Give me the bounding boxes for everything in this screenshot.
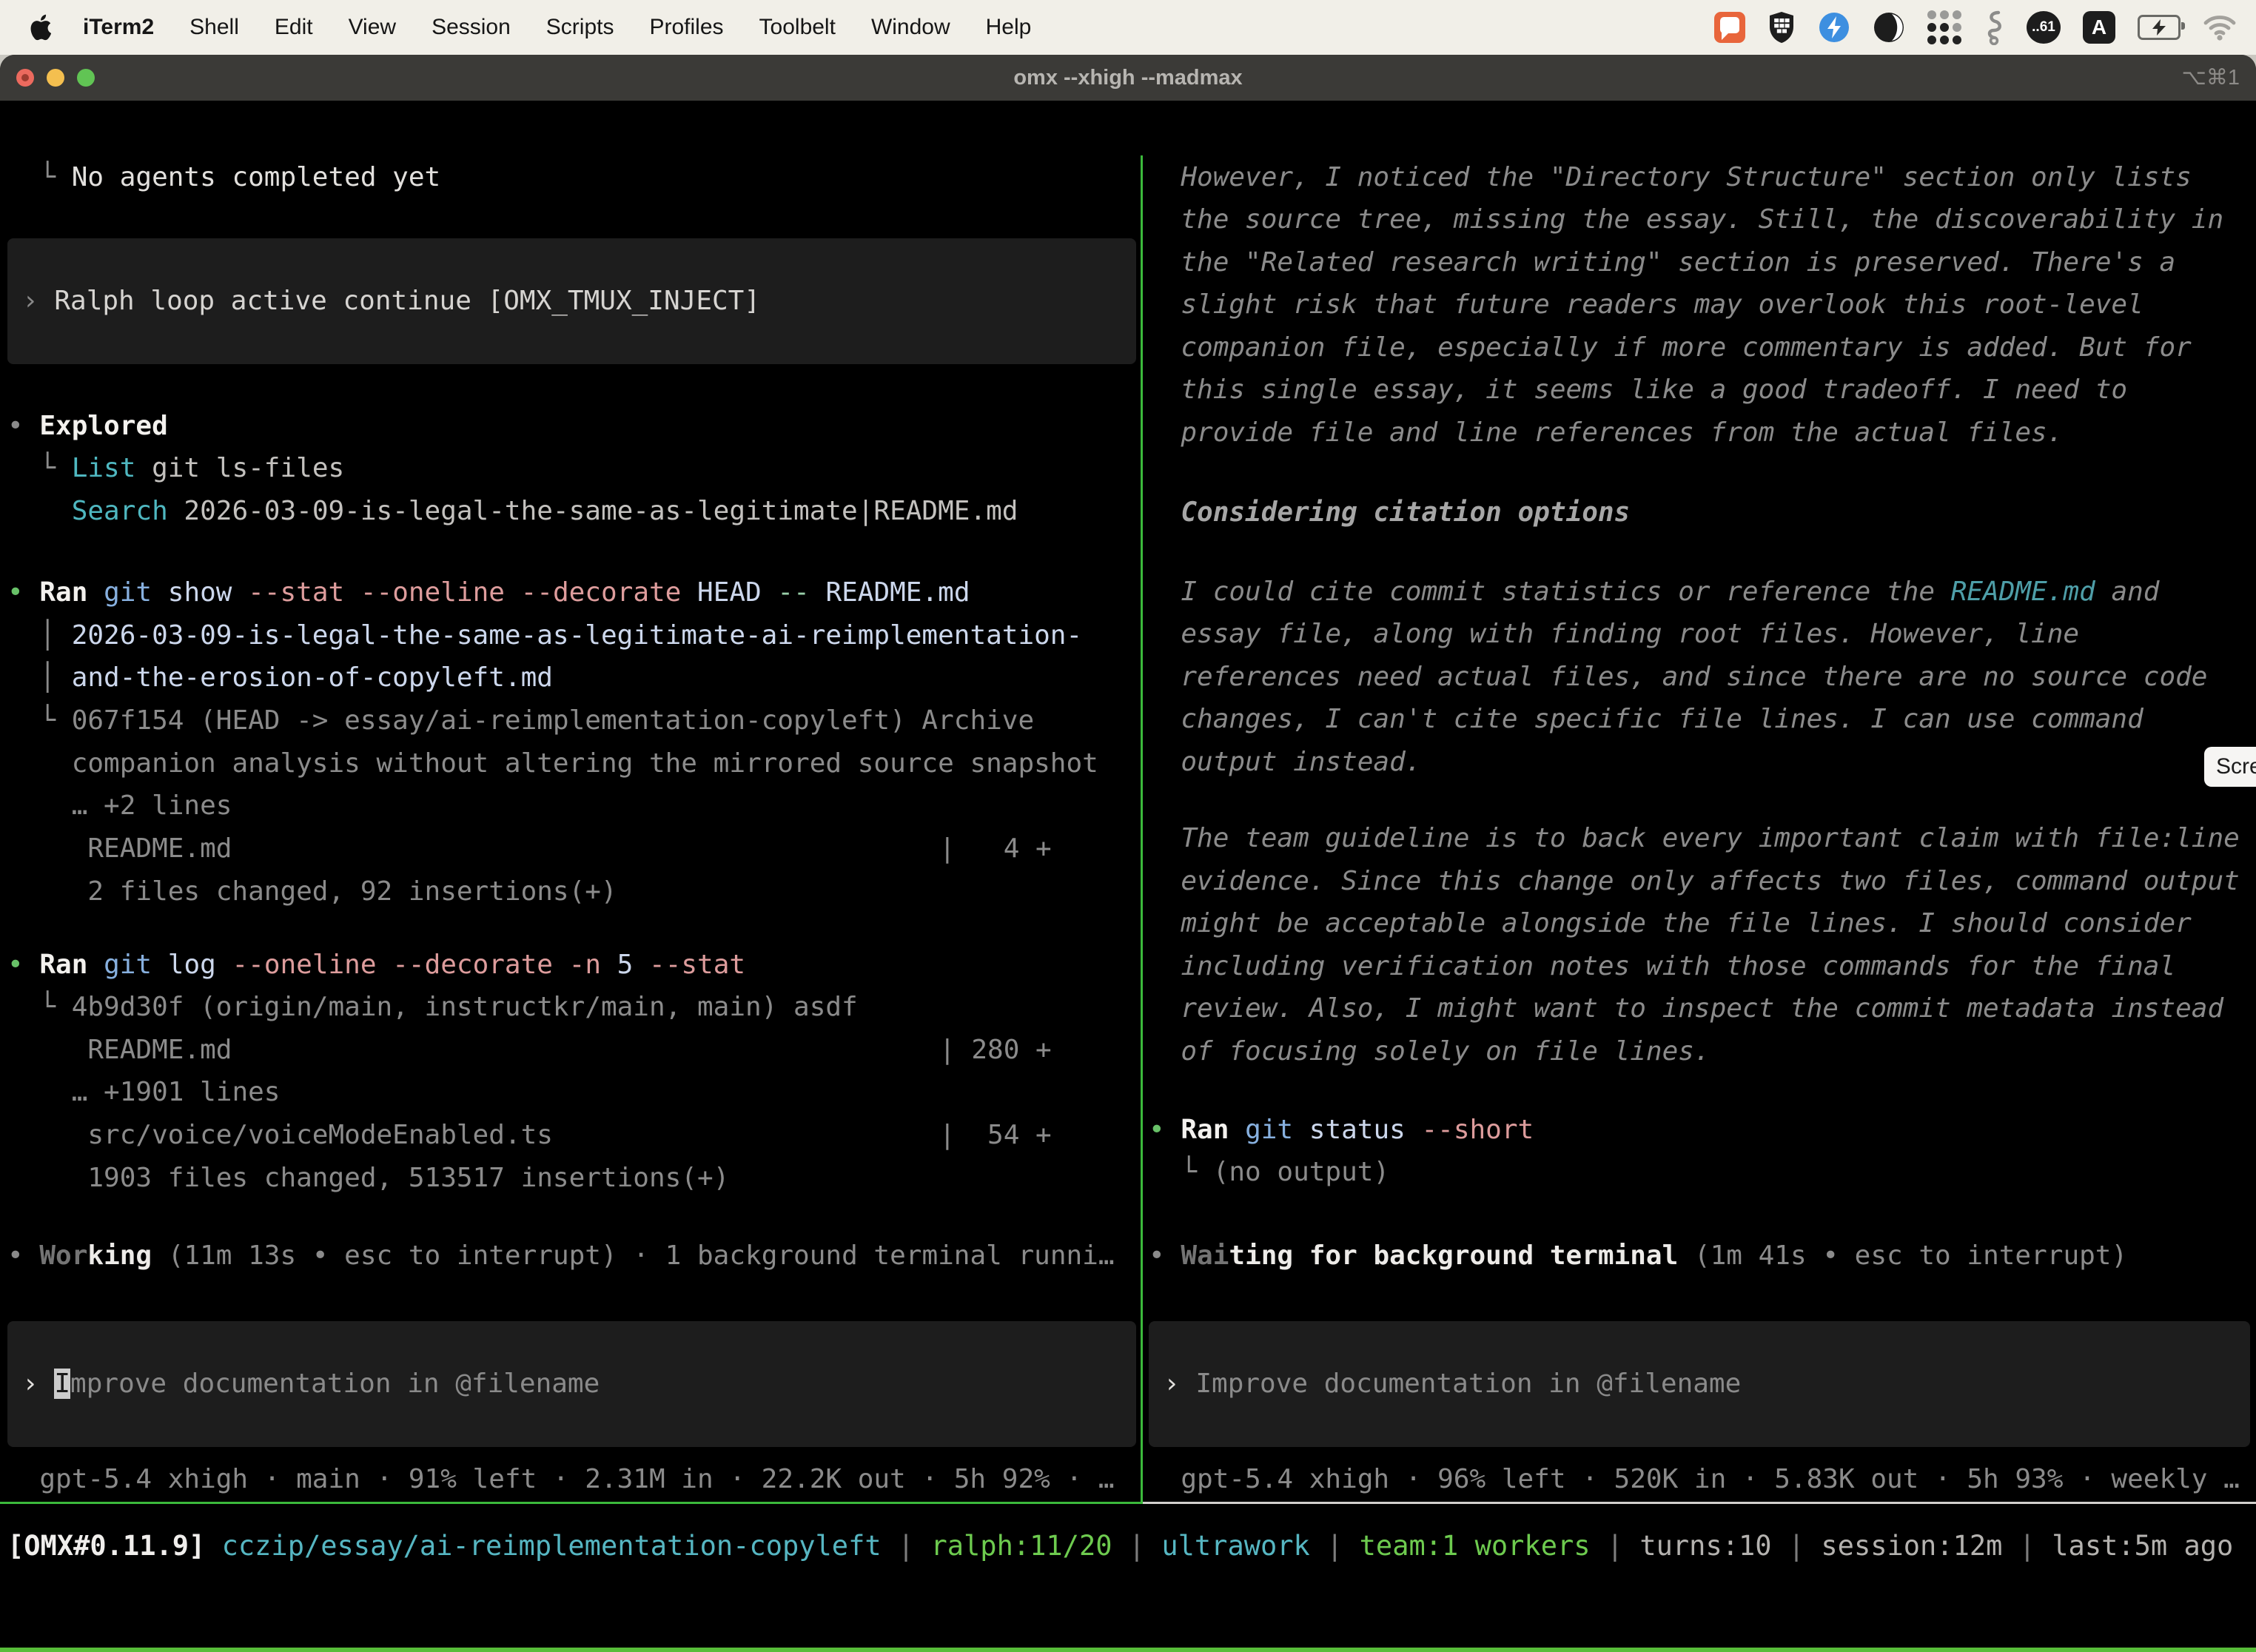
terminal-line: evidence. Since this change only affects… <box>1149 860 2240 902</box>
screen-share-overlay[interactable]: Scre <box>2204 747 2256 787</box>
menu-bar-status-icons: ..61 A <box>1714 10 2237 45</box>
pie-circle-icon[interactable] <box>1873 11 1905 44</box>
menu-item-help[interactable]: Help <box>968 15 1050 40</box>
apple-icon[interactable] <box>30 14 52 41</box>
terminal-line: • Working (11m 13s • esc to interrupt) ·… <box>7 1235 1115 1277</box>
terminal-line: The team guideline is to back every impo… <box>1149 817 2240 859</box>
terminal-line: of focusing solely on file lines. <box>1149 1030 1711 1072</box>
terminal-line: Considering citation options <box>1149 491 1630 534</box>
menu-item-window[interactable]: Window <box>853 15 968 40</box>
terminal-line: changes, I can't cite specific file line… <box>1149 698 2143 740</box>
window-title: omx --xhigh --madmax <box>0 55 2256 101</box>
terminal-line: › Improve documentation in @filename <box>1164 1363 1741 1405</box>
wifi-icon[interactable] <box>2203 14 2237 41</box>
pane-divider[interactable] <box>1141 155 1143 1504</box>
menu-item-edit[interactable]: Edit <box>257 15 331 40</box>
terminal-line: I could cite commit statistics or refere… <box>1149 571 2159 613</box>
terminal-line: │ 2026-03-09-is-legal-the-same-as-legiti… <box>7 614 1082 657</box>
terminal-line: including verification notes with those … <box>1149 945 2175 987</box>
dots-grid-icon[interactable] <box>1927 10 1961 44</box>
terminal-line: › Improve documentation in @filename <box>22 1363 600 1405</box>
menu-item-iterm2[interactable]: iTerm2 <box>65 15 172 40</box>
messages-icon[interactable] <box>1714 12 1745 43</box>
terminal-line: src/voice/voiceModeEnabled.ts <box>7 1114 553 1156</box>
terminal-line: 1903 files changed, 513517 insertions(+) <box>7 1157 729 1199</box>
left-pane-bottom-border <box>0 1502 1141 1504</box>
terminal-line: 2 files changed, 92 insertions(+) <box>7 870 617 913</box>
text-replacement-icon[interactable]: A <box>2083 11 2115 44</box>
menu-item-shell[interactable]: Shell <box>172 15 257 40</box>
terminal-line: this single essay, it seems like a good … <box>1149 369 2127 411</box>
terminal-line: └ List git ls-files <box>7 447 344 489</box>
terminal-line: • Ran git show --stat --oneline --decora… <box>7 571 970 614</box>
menu-item-scripts[interactable]: Scripts <box>528 15 632 40</box>
terminal-line: essay file, along with finding root file… <box>1149 613 2079 655</box>
terminal-line: companion file, especially if more comme… <box>1149 326 2192 369</box>
terminal-line: references need actual files, and since … <box>1149 656 2207 698</box>
right-pane-bottom-border <box>1143 1502 2256 1504</box>
terminal-line: └ (no output) <box>1149 1151 1389 1193</box>
terminal-line: companion analysis without altering the … <box>7 742 1098 785</box>
terminal-line: the source tree, missing the essay. Stil… <box>1149 198 2223 241</box>
terminal-line: slight risk that future readers may over… <box>1149 283 2143 326</box>
hook-icon[interactable] <box>1984 10 2004 45</box>
terminal-line: └ 067f154 (HEAD -> essay/ai-reimplementa… <box>7 699 1034 742</box>
terminal-line: gpt-5.4 xhigh · main · 91% left · 2.31M … <box>7 1458 1115 1500</box>
badge-61-icon[interactable]: ..61 <box>2027 11 2061 44</box>
terminal-line: the "Related research writing" section i… <box>1149 241 2175 283</box>
menu-item-profiles[interactable]: Profiles <box>631 15 741 40</box>
terminal-line: gpt-5.4 xhigh · 96% left · 520K in · 5.8… <box>1149 1458 2240 1500</box>
menu-item-session[interactable]: Session <box>414 15 528 40</box>
battery-charging-icon[interactable] <box>2138 15 2181 40</box>
terminal-line: | 4 + <box>939 827 1052 870</box>
terminal-line: └ 4b9d30f (origin/main, instructkr/main,… <box>7 986 858 1028</box>
omx-status-line: [OMX#0.11.9] cczip/essay/ai-reimplementa… <box>7 1525 2233 1567</box>
terminal-line: • Ran git status --short <box>1149 1109 1534 1151</box>
terminal-content[interactable]: └ No agents completed yet › Ralph loop ac… <box>0 155 2256 1652</box>
terminal-line: might be acceptable alongside the file l… <box>1149 902 2192 944</box>
terminal-line: | 54 + <box>939 1114 1052 1156</box>
shield-keypad-icon[interactable] <box>1767 11 1796 44</box>
tmux-window-list[interactable]: [omx-cczip0:bash* <box>7 1648 288 1652</box>
terminal-line: … +2 lines <box>7 785 232 827</box>
blue-bolt-icon[interactable] <box>1818 11 1850 44</box>
menu-item-view[interactable]: View <box>331 15 414 40</box>
tmux-host-clock: "MacBook-Pro-44.local" 04:52 31-Mar-26 <box>1624 1648 2250 1652</box>
screen: iTerm2 Shell Edit View Session Scripts P… <box>0 0 2256 1652</box>
window-title-bar[interactable]: omx --xhigh --madmax ⌥⌘1 <box>0 55 2256 101</box>
terminal-line: However, I noticed the "Directory Struct… <box>1149 156 2192 198</box>
terminal-line: • Explored <box>7 405 168 447</box>
terminal-line: Search 2026-03-09-is-legal-the-same-as-l… <box>7 490 1018 532</box>
menu-item-toolbelt[interactable]: Toolbelt <box>742 15 853 40</box>
terminal-line: └ No agents completed yet <box>7 156 440 198</box>
terminal-line: review. Also, I might want to inspect th… <box>1149 987 2223 1030</box>
terminal-line: provide file and line references from th… <box>1149 412 2063 454</box>
terminal-line: • Waiting for background terminal (1m 41… <box>1149 1235 2127 1277</box>
macos-menu-bar: iTerm2 Shell Edit View Session Scripts P… <box>0 0 2256 55</box>
tmux-status-bar: [omx-cczip0:bash* "MacBook-Pro-44.local"… <box>0 1648 2256 1652</box>
iterm2-window: omx --xhigh --madmax ⌥⌘1 └ No agents com… <box>0 55 2256 1652</box>
terminal-line: • Ran git log --oneline --decorate -n 5 … <box>7 944 745 986</box>
terminal-line: | 280 + <box>939 1029 1052 1071</box>
window-shortcut-hint: ⌥⌘1 <box>2181 55 2240 101</box>
terminal-line: › Ralph loop active continue [OMX_TMUX_I… <box>22 280 760 322</box>
terminal-line: README.md <box>7 827 232 870</box>
terminal-line: output instead. <box>1149 741 1421 783</box>
terminal-line: … +1901 lines <box>7 1071 280 1113</box>
terminal-line: │ and-the-erosion-of-copyleft.md <box>7 657 553 699</box>
terminal-line: README.md <box>7 1029 232 1071</box>
